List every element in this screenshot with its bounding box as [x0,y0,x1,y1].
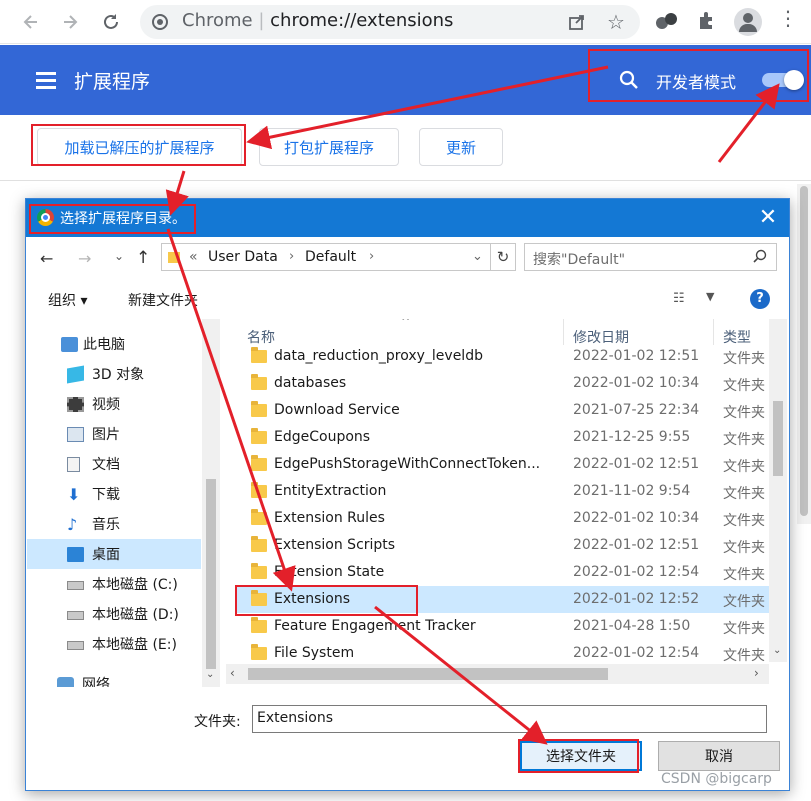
annotation-arrows [165,65,780,745]
watermark: CSDN @bigcarp [661,771,772,787]
